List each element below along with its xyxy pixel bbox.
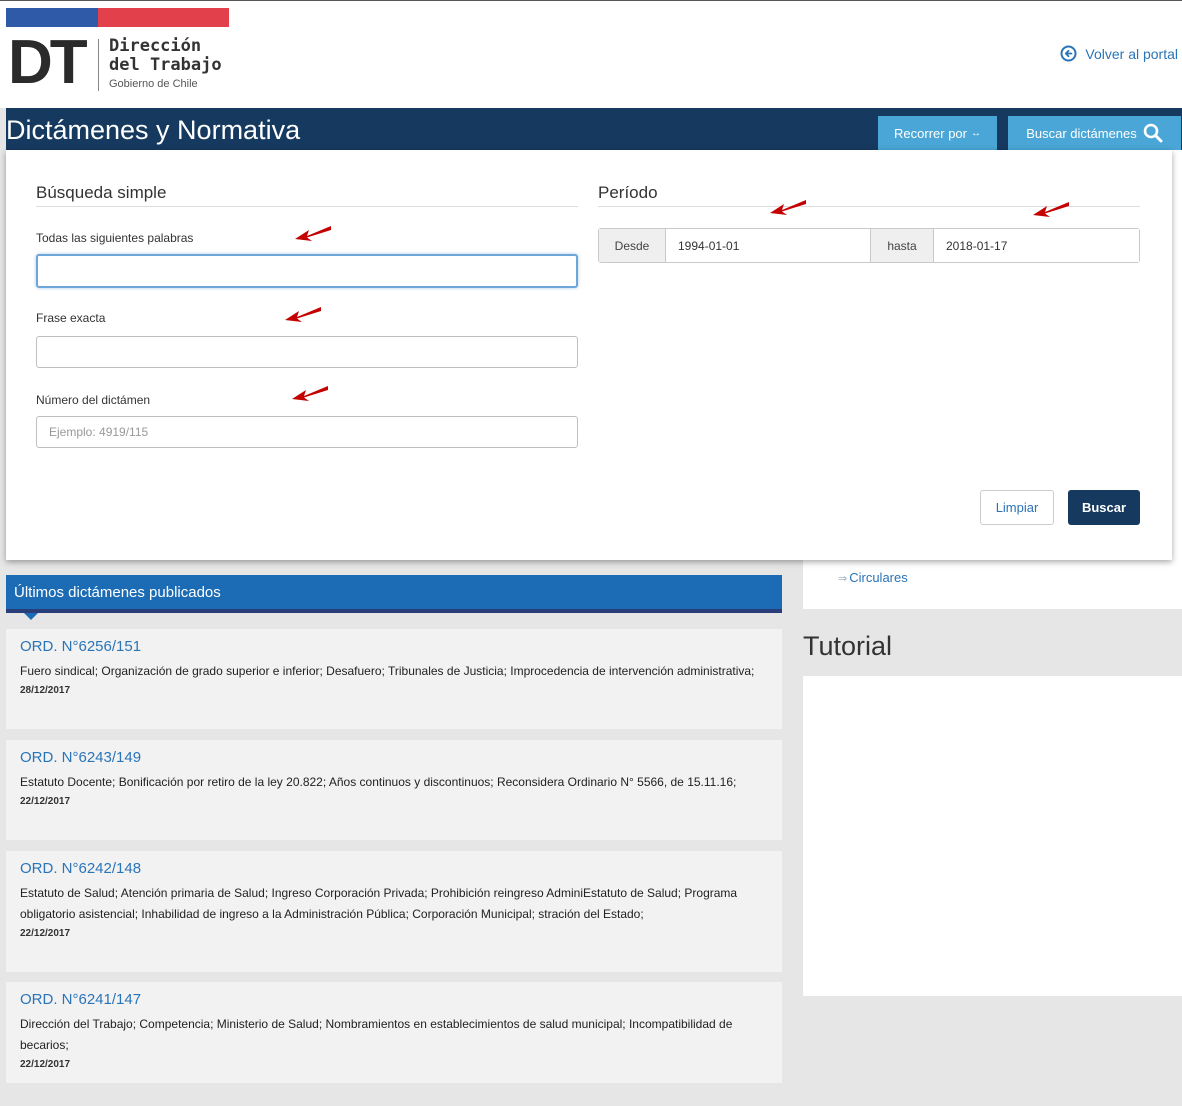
site-header: DT Dirección del Trabajo Gobierno de Chi… [0, 0, 1182, 108]
latest-rulings-header: Últimos dictámenes publicados [6, 575, 782, 620]
sidebar-item-label: Circulares [849, 570, 908, 585]
ruling-date: 22/12/2017 [20, 928, 71, 939]
ruling-date: 22/12/2017 [20, 796, 71, 807]
logo-subtitle: Gobierno de Chile [109, 78, 198, 90]
ruling-number-label: Número del dictámen [36, 393, 151, 407]
double-arrow-icon: ↔ [970, 127, 981, 139]
circle-arrow-left-icon [1060, 45, 1077, 62]
period-range: Desde 1994-01-01 hasta 2018-01-17 [598, 228, 1140, 263]
logo-line-1[interactable]: Dirección [109, 37, 201, 55]
logo-divider [98, 39, 99, 91]
ruling-description: Dirección del Trabajo; Competencia; Mini… [20, 1017, 733, 1052]
ruling-number-input[interactable] [36, 416, 578, 448]
exact-phrase-input[interactable] [36, 336, 578, 368]
from-date-input[interactable]: 1994-01-01 [665, 229, 871, 262]
title-bar: Dictámenes y Normativa Recorrer por ↔ Bu… [6, 108, 1182, 158]
list-item: ORD. N°6256/151 Fuero sindical; Organiza… [6, 629, 782, 729]
ruling-description: Estatuto de Salud; Atención primaria de … [20, 886, 738, 921]
exact-phrase-label: Frase exacta [36, 311, 106, 325]
list-item: ORD. N°6241/147 Dirección del Trabajo; C… [6, 982, 782, 1083]
tutorial-heading: Tutorial [803, 631, 893, 661]
arrow-right-icon: ⇒ [838, 573, 848, 585]
tutorial-panel [803, 676, 1182, 996]
sidebar-item-circulares[interactable]: ⇒ Circulares [838, 570, 908, 585]
ruling-description: Estatuto Docente; Bonificación por retir… [20, 775, 737, 789]
from-label: Desde [599, 229, 665, 262]
logo-mark[interactable]: DT [8, 31, 88, 95]
list-item: ORD. N°6243/149 Estatuto Docente; Bonifi… [6, 740, 782, 840]
annotation-arrow-icon [292, 386, 328, 401]
list-item: ORD. N°6242/148 Estatuto de Salud; Atenc… [6, 851, 782, 972]
ruling-date: 22/12/2017 [20, 1059, 71, 1070]
browse-button-label: Recorrer por [894, 125, 967, 141]
page: DT Dirección del Trabajo Gobierno de Chi… [0, 0, 1182, 1106]
ruling-link[interactable]: ORD. N°6242/148 [20, 860, 141, 878]
annotation-arrow-icon [1033, 202, 1069, 217]
section-divider [36, 206, 578, 207]
annotation-arrow-icon [295, 226, 331, 241]
search-icon [1143, 123, 1163, 143]
annotation-arrow-icon [285, 307, 321, 322]
period-title: Período [598, 183, 658, 202]
active-caret [1060, 150, 1076, 158]
simple-search-title: Búsqueda simple [36, 183, 167, 202]
all-words-input[interactable] [36, 254, 578, 288]
back-to-portal-label: Volver al portal [1085, 45, 1178, 62]
search-rulings-button[interactable]: Buscar dictámenes [1008, 116, 1181, 158]
ruling-description: Fuero sindical; Organización de grado su… [20, 664, 755, 678]
annotation-arrow-icon [770, 200, 806, 215]
ruling-link[interactable]: ORD. N°6256/151 [20, 638, 141, 656]
header-accent-strip [6, 609, 782, 613]
flag-blue-stripe [6, 8, 98, 27]
to-label: hasta [871, 229, 933, 262]
latest-rulings-title: Últimos dictámenes publicados [14, 584, 221, 601]
back-to-portal-link[interactable]: Volver al portal [1060, 45, 1178, 62]
to-date-input[interactable]: 2018-01-17 [933, 229, 1139, 262]
all-words-label: Todas las siguientes palabras [36, 231, 194, 245]
search-button[interactable]: Buscar [1068, 490, 1140, 525]
logo-line-2[interactable]: del Trabajo [109, 56, 222, 74]
clear-button[interactable]: Limpiar [980, 490, 1054, 525]
page-title: Dictámenes y Normativa [6, 115, 301, 145]
browse-button[interactable]: Recorrer por ↔ [878, 116, 997, 150]
search-rulings-button-label: Buscar dictámenes [1026, 125, 1137, 141]
ruling-link[interactable]: ORD. N°6241/147 [20, 991, 141, 1009]
flag-red-stripe [98, 8, 229, 27]
ruling-link[interactable]: ORD. N°6243/149 [20, 749, 141, 767]
ruling-date: 28/12/2017 [20, 685, 71, 696]
search-panel: Búsqueda simple Todas las siguientes pal… [6, 150, 1172, 560]
